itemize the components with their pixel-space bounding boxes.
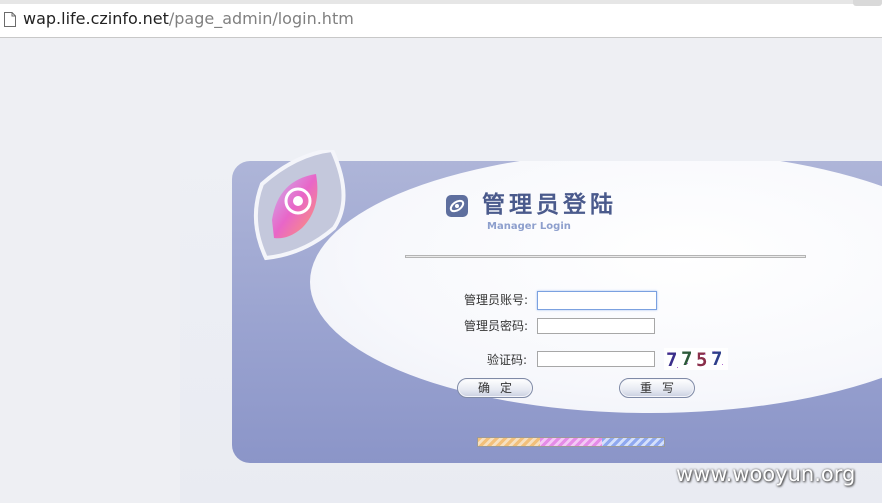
browser-tab-strip [0, 0, 882, 4]
captcha-char: 7 [711, 348, 722, 370]
captcha-input[interactable] [537, 351, 655, 367]
eye-logo-icon [253, 150, 346, 261]
url-path: /page_admin/login.htm [168, 9, 354, 28]
reset-button[interactable]: 重写 [619, 378, 695, 398]
url-field[interactable]: wap.life.czinfo.net/page_admin/login.htm [23, 9, 354, 29]
password-label: 管理员密码: [464, 319, 529, 333]
title-badge-icon [446, 195, 468, 217]
password-input[interactable] [537, 318, 655, 334]
url-host: wap.life.czinfo.net [23, 9, 169, 28]
browser-tab-edge [853, 0, 882, 6]
captcha-char: 7 [681, 348, 692, 370]
account-input[interactable] [537, 291, 657, 310]
progress-segment [540, 438, 602, 446]
captcha-image[interactable]: 7 7 5 7 [664, 348, 728, 370]
captcha-char: 7 [666, 349, 677, 370]
watermark: www.wooyun.org [676, 462, 856, 486]
captcha-char: 5 [696, 349, 707, 370]
login-subtitle: Manager Login [487, 221, 571, 232]
title-divider [405, 255, 806, 258]
page-icon [4, 12, 16, 27]
confirm-button[interactable]: 确定 [457, 378, 533, 398]
browser-address-bar: wap.life.czinfo.net/page_admin/login.htm [0, 0, 882, 38]
decorative-progress-bar [477, 437, 665, 447]
progress-segment [602, 438, 664, 446]
account-label: 管理员账号: [464, 293, 529, 307]
captcha-label: 验证码: [487, 353, 528, 367]
login-title: 管理员登陆 [482, 192, 617, 218]
